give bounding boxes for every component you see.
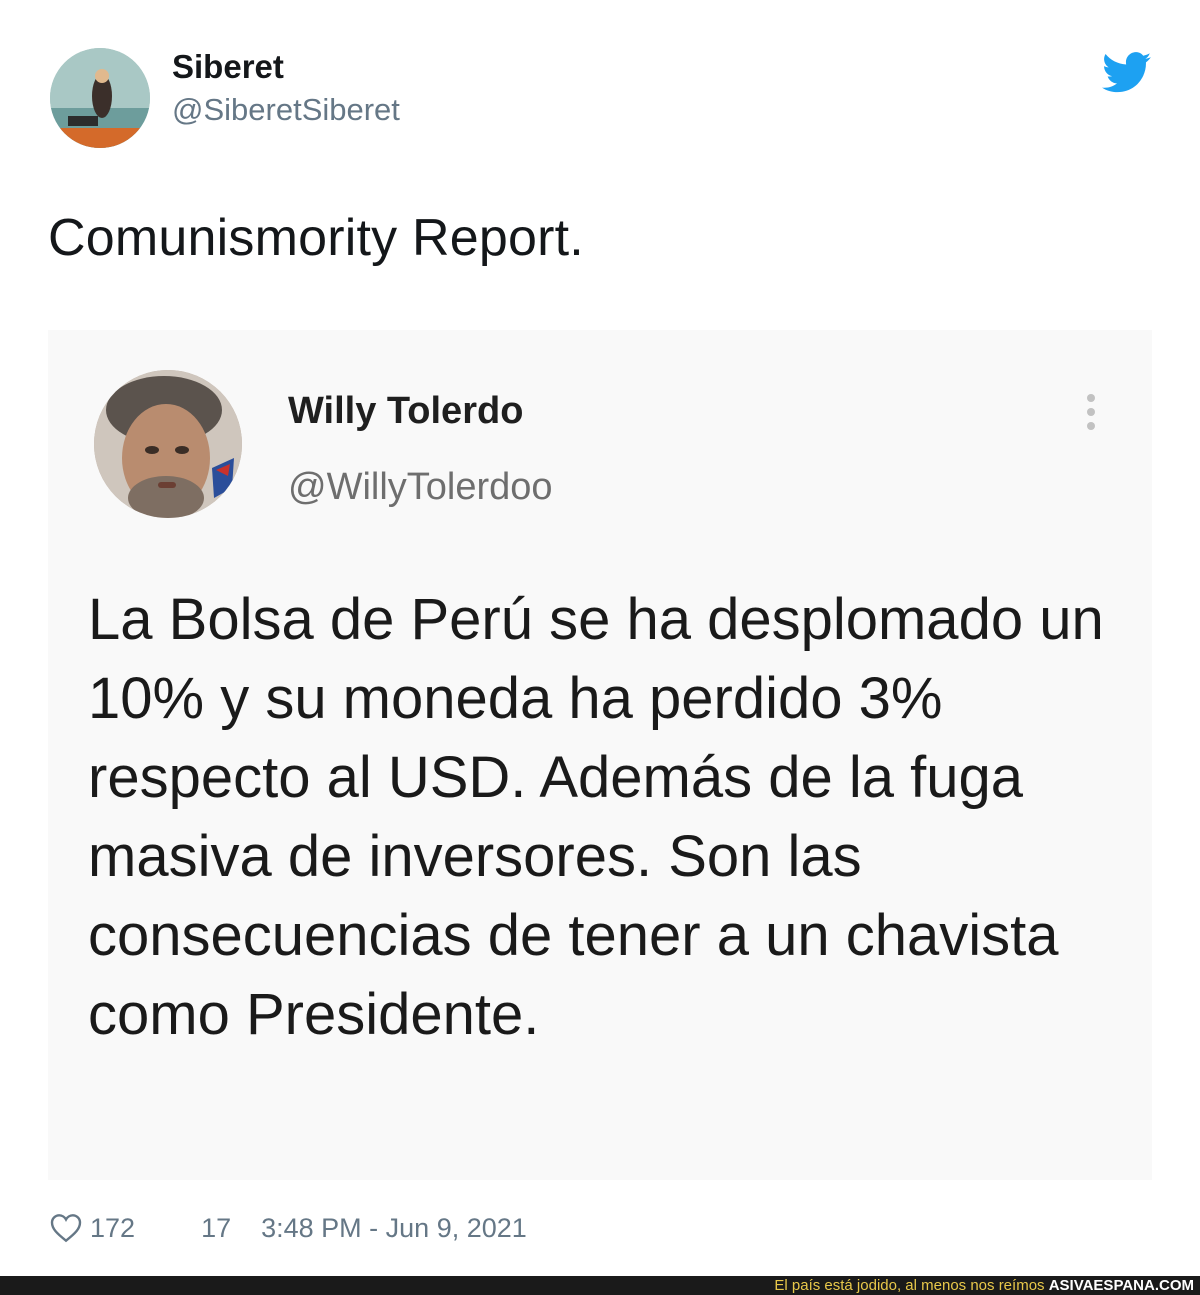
- author-avatar[interactable]: [50, 48, 150, 148]
- author-name[interactable]: Siberet: [172, 48, 284, 86]
- watermark-site: ASIVAESPANA.COM: [1048, 1277, 1194, 1294]
- watermark-bar: El país está jodido, al menos nos reímos…: [0, 1276, 1200, 1295]
- quoted-tweet-card[interactable]: Willy Tolerdo @WillyTolerdoo La Bolsa de…: [48, 330, 1152, 1180]
- more-vertical-icon[interactable]: [1084, 394, 1098, 438]
- like-count[interactable]: 172: [90, 1213, 135, 1244]
- quoted-avatar-image: [94, 370, 242, 518]
- tweet-timestamp[interactable]: 3:48 PM - Jun 9, 2021: [261, 1213, 527, 1244]
- retweet-count[interactable]: 17: [201, 1213, 231, 1244]
- quoted-author-handle[interactable]: @WillyTolerdoo: [288, 466, 553, 509]
- tweet-text: Comunismority Report.: [48, 209, 584, 267]
- author-handle[interactable]: @SiberetSiberet: [172, 92, 400, 128]
- quoted-author-avatar[interactable]: [94, 370, 242, 518]
- tweet-footer: 172 17 3:48 PM - Jun 9, 2021: [50, 1210, 527, 1246]
- heart-icon[interactable]: [50, 1213, 82, 1243]
- twitter-bird-icon[interactable]: [1102, 52, 1152, 94]
- quoted-tweet-text: La Bolsa de Perú se ha desplomado un 10%…: [88, 587, 1104, 1047]
- author-avatar-image: [50, 48, 150, 148]
- watermark-tagline: El país está jodido, al menos nos reímos: [774, 1277, 1045, 1294]
- quoted-author-name[interactable]: Willy Tolerdo: [288, 390, 523, 433]
